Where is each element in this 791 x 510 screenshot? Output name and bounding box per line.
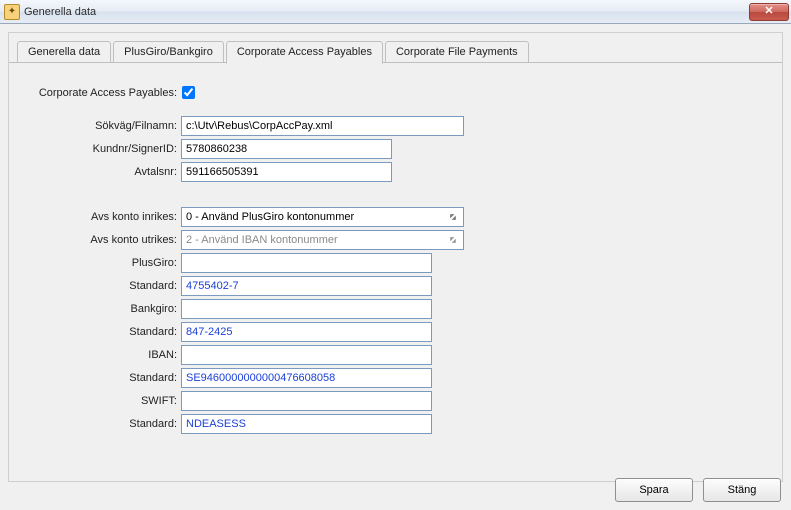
standard4-label: Standard: — [21, 418, 181, 430]
standard2-input[interactable] — [181, 322, 432, 342]
standard3-label: Standard: — [21, 372, 181, 384]
app-icon: ✦ — [4, 4, 20, 20]
close-icon: ✕ — [764, 6, 773, 17]
save-button-label: Spara — [639, 484, 668, 496]
standard2-label: Standard: — [21, 326, 181, 338]
plusgiro-label: PlusGiro: — [21, 257, 181, 269]
client-area: Generella data PlusGiro/Bankgiro Corpora… — [0, 24, 791, 510]
tab-strip: Generella data PlusGiro/Bankgiro Corpora… — [9, 41, 782, 63]
iban-label: IBAN: — [21, 349, 181, 361]
standard4-input[interactable] — [181, 414, 432, 434]
foreign-select[interactable]: 2 - Använd IBAN kontonummer — [181, 230, 464, 250]
tab-generella-data[interactable]: Generella data — [17, 41, 111, 63]
domestic-label: Avs konto inrikes: — [21, 211, 181, 223]
path-input[interactable] — [181, 116, 464, 136]
tab-plusgiro-bankgiro[interactable]: PlusGiro/Bankgiro — [113, 41, 224, 63]
tab-label: Corporate Access Payables — [237, 46, 372, 58]
customer-label: Kundnr/SignerID: — [21, 143, 181, 155]
save-button[interactable]: Spara — [615, 478, 693, 502]
chevron-down-icon — [445, 232, 461, 248]
tab-label: Corporate File Payments — [396, 46, 518, 58]
bankgiro-input[interactable] — [181, 299, 432, 319]
swift-label: SWIFT: — [21, 395, 181, 407]
customer-input[interactable] — [181, 139, 392, 159]
bankgiro-label: Bankgiro: — [21, 303, 181, 315]
iban-input[interactable] — [181, 345, 432, 365]
close-button-label: Stäng — [728, 484, 757, 496]
enable-checkbox[interactable] — [182, 86, 195, 99]
swift-input[interactable] — [181, 391, 432, 411]
tab-body-corporate-access-payables: Corporate Access Payables: Sökväg/Filnam… — [9, 63, 782, 447]
agreement-input[interactable] — [181, 162, 392, 182]
chevron-down-icon — [445, 209, 461, 225]
tab-corporate-file-payments[interactable]: Corporate File Payments — [385, 41, 529, 63]
foreign-value: 2 - Använd IBAN kontonummer — [186, 234, 338, 246]
plusgiro-input[interactable] — [181, 253, 432, 273]
main-panel: Generella data PlusGiro/Bankgiro Corpora… — [8, 32, 783, 482]
tab-label: Generella data — [28, 46, 100, 58]
standard1-input[interactable] — [181, 276, 432, 296]
titlebar: ✦ Generella data ✕ — [0, 0, 791, 24]
enable-label: Corporate Access Payables: — [21, 87, 181, 99]
domestic-value: 0 - Använd PlusGiro kontonummer — [186, 211, 354, 223]
foreign-label: Avs konto utrikes: — [21, 234, 181, 246]
button-bar: Spara Stäng — [615, 478, 781, 502]
path-label: Sökväg/Filnamn: — [21, 120, 181, 132]
domestic-select[interactable]: 0 - Använd PlusGiro kontonummer — [181, 207, 464, 227]
standard1-label: Standard: — [21, 280, 181, 292]
window-close-button[interactable]: ✕ — [749, 3, 789, 21]
window-title: Generella data — [24, 6, 96, 18]
tab-label: PlusGiro/Bankgiro — [124, 46, 213, 58]
agreement-label: Avtalsnr: — [21, 166, 181, 178]
close-button[interactable]: Stäng — [703, 478, 781, 502]
standard3-input[interactable] — [181, 368, 432, 388]
tab-corporate-access-payables[interactable]: Corporate Access Payables — [226, 41, 383, 64]
